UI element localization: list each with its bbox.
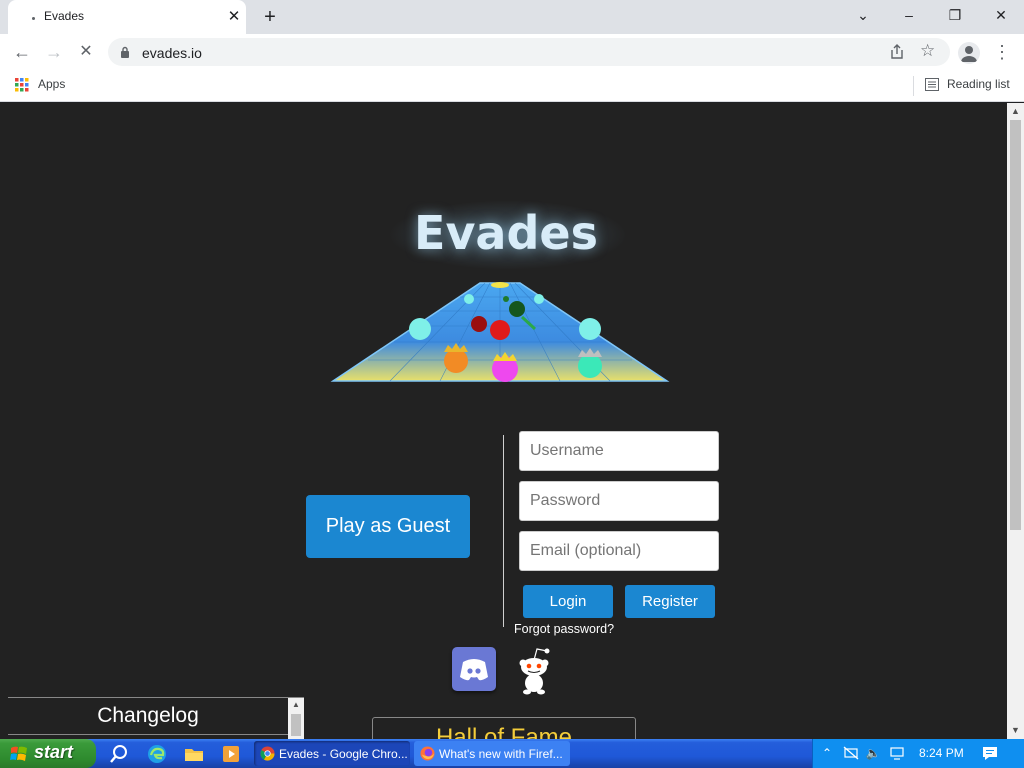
network-disconnected-icon[interactable]: [843, 745, 859, 761]
close-window-button[interactable]: ✕: [978, 0, 1024, 30]
game-title: Evades: [414, 206, 598, 260]
tab-strip: Evades ✕ + ⌄ – ❐ ✕: [0, 0, 1024, 34]
file-explorer-icon[interactable]: [183, 743, 205, 765]
reading-list-button[interactable]: Reading list: [947, 77, 1010, 91]
apps-bookmark[interactable]: Apps: [38, 77, 65, 91]
changelog-scrollbar[interactable]: ▲: [288, 698, 304, 739]
form-divider: [503, 435, 504, 627]
system-tray: ⌃ 🔈 8:24 PM: [812, 739, 1024, 768]
hall-of-fame-panel[interactable]: Hall of Fame: [372, 717, 636, 739]
share-icon[interactable]: [888, 43, 906, 61]
task-chrome-label: Evades - Google Chro...: [279, 747, 408, 761]
display-icon[interactable]: [889, 745, 905, 761]
lock-icon[interactable]: [120, 46, 130, 58]
firefox-icon: [420, 746, 435, 761]
start-label: start: [34, 742, 74, 762]
tab-evades[interactable]: Evades ✕: [8, 0, 246, 34]
media-player-icon[interactable]: [220, 743, 242, 765]
discord-icon[interactable]: [452, 647, 496, 691]
notification-center-icon[interactable]: [981, 744, 999, 762]
bookmarks-bar: Apps Reading list: [0, 70, 1024, 102]
browser-toolbar: ← → ✕ evades.io ☆ ⋮: [0, 34, 1024, 70]
show-hidden-icons-chevron-icon[interactable]: ⌃: [819, 745, 835, 761]
windows-logo-icon: [10, 746, 27, 761]
forgot-password-link[interactable]: Forgot password?: [514, 622, 614, 636]
changelog-divider: [8, 734, 288, 735]
tab-search-button[interactable]: ⌄: [840, 0, 886, 30]
scroll-up-icon[interactable]: ▲: [1007, 103, 1024, 120]
bookmarks-divider: [913, 76, 914, 96]
username-input[interactable]: [519, 431, 719, 471]
profile-avatar-icon[interactable]: [958, 42, 980, 64]
start-button[interactable]: start: [0, 739, 96, 768]
address-bar[interactable]: evades.io ☆: [108, 38, 950, 66]
task-firefox[interactable]: What's new with Firef...: [414, 741, 570, 766]
forward-button[interactable]: →: [40, 38, 68, 66]
changelog-title: Changelog: [97, 704, 199, 727]
changelog-panel[interactable]: Changelog ▲: [8, 697, 304, 739]
play-as-guest-button[interactable]: Play as Guest: [306, 495, 470, 558]
back-button[interactable]: ←: [8, 38, 36, 66]
reddit-icon[interactable]: [512, 645, 556, 695]
task-firefox-label: What's new with Firef...: [439, 747, 563, 761]
browser-menu-icon[interactable]: ⋮: [992, 42, 1012, 64]
reading-list-icon[interactable]: [925, 78, 939, 91]
stop-loading-button[interactable]: ✕: [72, 38, 100, 66]
search-icon[interactable]: [108, 743, 130, 765]
bookmark-star-icon[interactable]: ☆: [920, 41, 935, 61]
taskbar: start Evades - Google Chro... What's new…: [0, 739, 1024, 768]
minimize-button[interactable]: –: [886, 0, 932, 30]
clock[interactable]: 8:24 PM: [919, 746, 964, 760]
tab-close-icon[interactable]: ✕: [224, 7, 244, 27]
task-chrome[interactable]: Evades - Google Chro...: [254, 741, 410, 766]
scroll-down-icon[interactable]: ▼: [1007, 722, 1024, 739]
password-input[interactable]: [519, 481, 719, 521]
new-tab-button[interactable]: +: [258, 5, 282, 29]
changelog-scroll-up-icon[interactable]: ▲: [288, 700, 304, 709]
register-button[interactable]: Register: [625, 585, 715, 618]
chrome-icon: [260, 746, 275, 761]
volume-icon[interactable]: 🔈: [865, 745, 881, 761]
changelog-scroll-thumb[interactable]: [291, 714, 301, 736]
evades-logo-art: [330, 282, 670, 382]
restore-button[interactable]: ❐: [932, 0, 978, 30]
scroll-thumb[interactable]: [1010, 120, 1021, 530]
edge-icon[interactable]: [146, 743, 168, 765]
url-text[interactable]: evades.io: [142, 45, 202, 61]
email-input[interactable]: [519, 531, 719, 571]
evades-page: Evades Play as Guest Username Email (opt…: [0, 103, 1007, 739]
tab-title: Evades: [44, 9, 85, 23]
apps-grid-icon[interactable]: [15, 78, 29, 92]
page-scrollbar[interactable]: ▲ ▼: [1007, 103, 1024, 739]
hall-of-fame-title: Hall of Fame: [435, 724, 573, 739]
login-button[interactable]: Login: [523, 585, 613, 618]
loading-favicon-icon: [32, 15, 37, 20]
